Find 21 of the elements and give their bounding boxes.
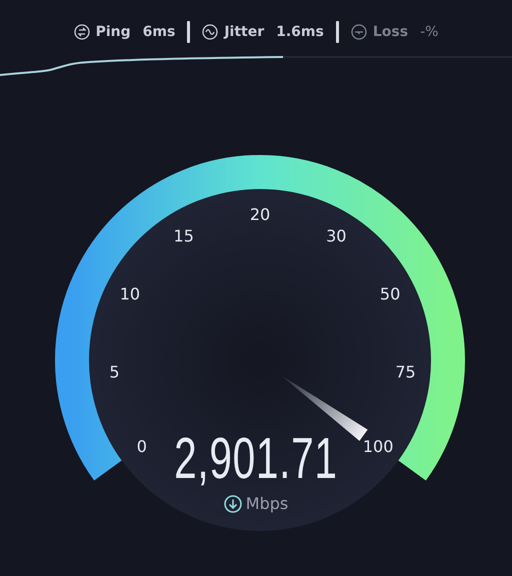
wave-icon <box>202 24 218 40</box>
scale-label: 75 <box>395 362 416 382</box>
loss-icon <box>350 24 367 40</box>
stat-value: -% <box>420 24 438 40</box>
download-icon <box>224 494 242 512</box>
stat-label: Ping <box>96 24 131 40</box>
stat-label: Loss <box>372 24 408 40</box>
arrows-icon <box>74 24 90 40</box>
stat-value: 1.6ms <box>276 24 324 40</box>
scale-label: 100 <box>362 436 394 456</box>
scale-label: 0 <box>136 436 147 456</box>
unit-label: Mbps <box>246 494 288 513</box>
stat-value: 6ms <box>142 24 176 40</box>
scale-label: 15 <box>174 226 194 246</box>
stat-label: Jitter <box>224 24 264 40</box>
scale-label: 10 <box>120 284 140 304</box>
scale-label: 30 <box>326 226 346 246</box>
scale-label: 50 <box>380 284 400 304</box>
scale-label: 5 <box>109 362 120 382</box>
scale-label: 20 <box>250 205 270 224</box>
speed-reading: 2,901.71 <box>174 430 338 488</box>
